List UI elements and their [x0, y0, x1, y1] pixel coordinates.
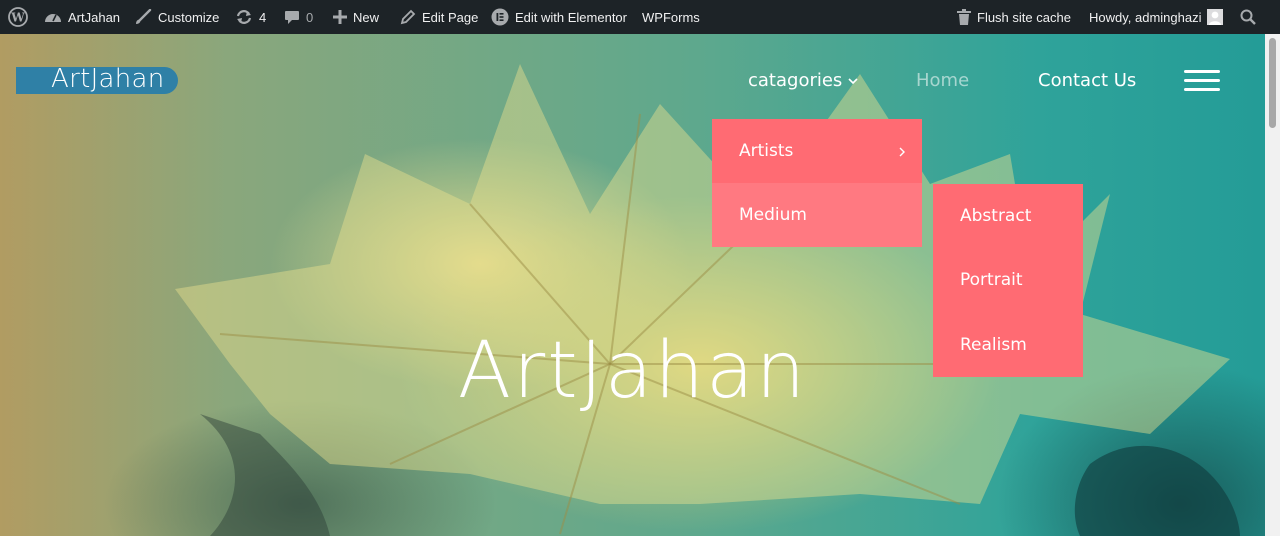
- customize-label: Customize: [158, 9, 220, 25]
- page-scrollbar[interactable]: [1265, 34, 1280, 536]
- comment-icon: [284, 9, 300, 25]
- my-account-link[interactable]: Howdy, adminghazi: [1089, 0, 1224, 34]
- new-label: New: [353, 9, 380, 25]
- hero-section: ArtJahan catagories Home Contact Us Arti…: [0, 34, 1265, 536]
- updates-icon: [235, 9, 253, 25]
- menu-item-artists[interactable]: Artists: [712, 119, 922, 183]
- site-name-link[interactable]: ArtJahan: [44, 0, 120, 34]
- wpforms-link[interactable]: WPForms: [642, 0, 700, 34]
- svg-text:W: W: [10, 11, 25, 25]
- site-name-label: ArtJahan: [68, 9, 121, 25]
- admin-bar: W ArtJahan Customize 4 0 New Edit Page E…: [0, 0, 1280, 34]
- flush-cache-label: Flush site cache: [977, 9, 1071, 25]
- comments-link[interactable]: 0: [284, 0, 313, 34]
- submenu-item-abstract[interactable]: Abstract: [933, 184, 1083, 248]
- hamburger-line: [1184, 70, 1220, 73]
- elementor-icon: [491, 8, 509, 26]
- scrollbar-thumb[interactable]: [1269, 38, 1276, 128]
- edit-page-label: Edit Page: [422, 9, 479, 25]
- nav-contact-label: Contact Us: [1038, 70, 1137, 91]
- hamburger-line: [1184, 79, 1220, 82]
- categories-dropdown: Artists Medium: [712, 119, 922, 247]
- submenu-item-label: Portrait: [960, 270, 1023, 290]
- edit-page-link[interactable]: Edit Page: [400, 0, 478, 34]
- nav-home-label: Home: [916, 70, 970, 91]
- submenu-item-portrait[interactable]: Portrait: [933, 248, 1083, 312]
- brush-icon: [134, 9, 152, 25]
- site-logo[interactable]: ArtJahan: [16, 64, 178, 94]
- hamburger-menu-button[interactable]: [1184, 70, 1220, 92]
- hero-title: ArtJahan: [457, 326, 808, 416]
- wordpress-icon: W: [8, 7, 28, 27]
- flush-cache-link[interactable]: Flush site cache: [957, 0, 1071, 34]
- nav-item-categories[interactable]: catagories: [748, 70, 858, 92]
- nav-item-contact[interactable]: Contact Us: [1038, 70, 1136, 92]
- search-button[interactable]: [1240, 0, 1256, 34]
- new-content-link[interactable]: New: [333, 0, 379, 34]
- menu-item-medium[interactable]: Medium: [712, 183, 922, 247]
- chevron-right-icon: [898, 143, 906, 163]
- chevron-down-icon: [848, 70, 858, 91]
- site-logo-text: ArtJahan: [51, 64, 165, 94]
- menu-item-label: Artists: [739, 141, 794, 161]
- howdy-label: Howdy, adminghazi: [1089, 9, 1202, 25]
- avatar: [1207, 9, 1224, 25]
- nav-item-home[interactable]: Home: [916, 70, 969, 92]
- edit-elementor-label: Edit with Elementor: [515, 9, 627, 25]
- plus-icon: [333, 10, 347, 24]
- menu-item-label: Medium: [739, 205, 807, 225]
- wpforms-label: WPForms: [642, 9, 700, 25]
- edit-elementor-link[interactable]: Edit with Elementor: [491, 0, 627, 34]
- trash-icon: [957, 9, 971, 25]
- hamburger-line: [1184, 88, 1220, 91]
- submenu-item-label: Abstract: [960, 206, 1032, 226]
- updates-count: 4: [259, 9, 267, 25]
- pencil-icon: [400, 9, 416, 25]
- search-icon: [1240, 9, 1256, 25]
- comments-count: 0: [306, 9, 314, 25]
- wordpress-logo-button[interactable]: W: [8, 0, 28, 34]
- nav-categories-label: catagories: [748, 70, 843, 91]
- customize-link[interactable]: Customize: [134, 0, 219, 34]
- dashboard-icon: [44, 9, 62, 25]
- updates-link[interactable]: 4: [235, 0, 266, 34]
